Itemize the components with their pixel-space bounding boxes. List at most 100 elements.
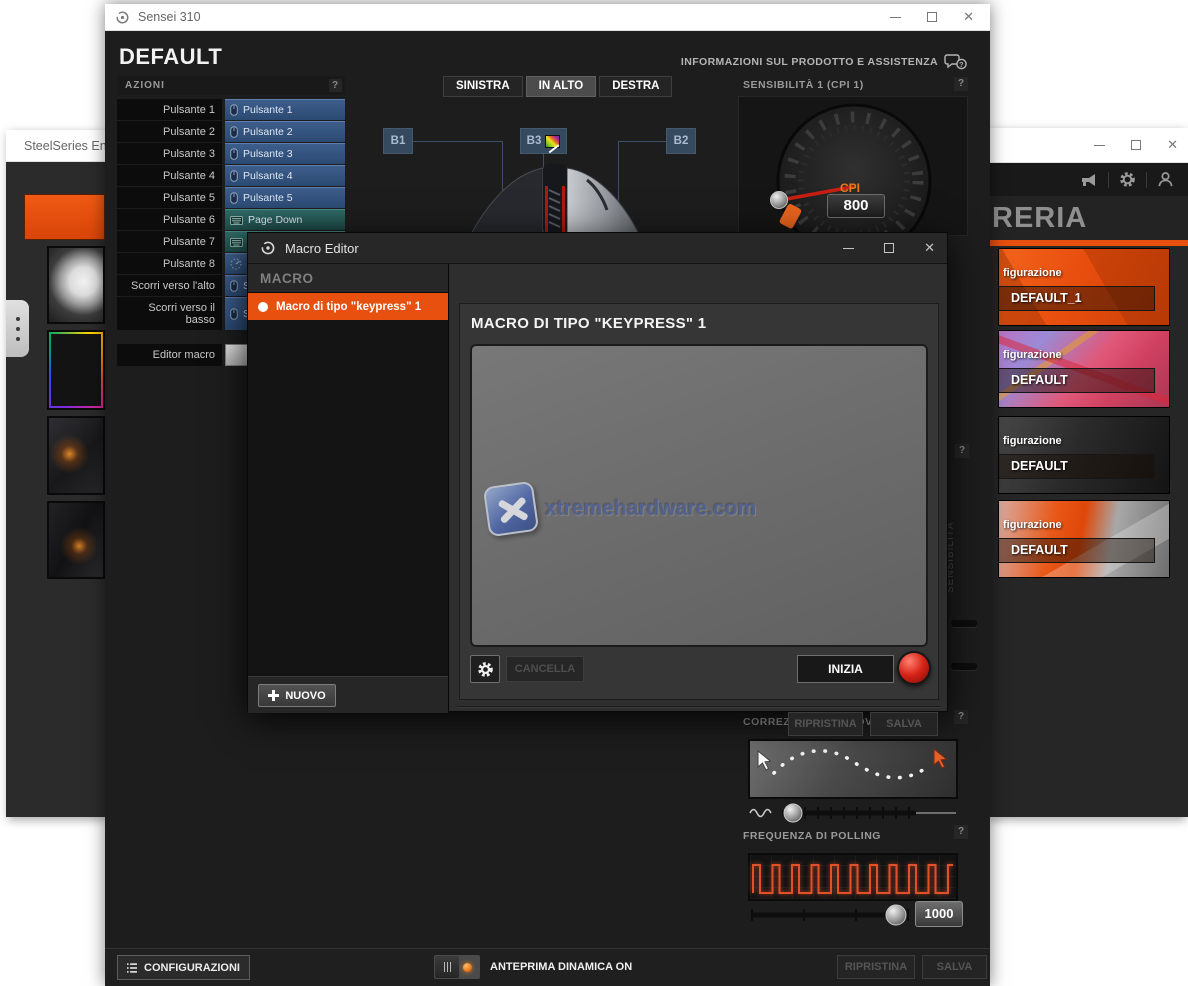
configurations-button[interactable]: CONFIGURAZIONI	[117, 955, 250, 980]
help-icon[interactable]: ?	[329, 79, 342, 92]
watermark: xtremehardware.com	[486, 484, 756, 534]
config-name-field[interactable]: DEFAULT_1	[998, 286, 1155, 311]
maximize-icon[interactable]	[927, 12, 937, 22]
record-button[interactable]	[897, 651, 931, 685]
minimize-icon[interactable]	[890, 17, 901, 18]
config-name-field[interactable]: DEFAULT	[998, 454, 1155, 479]
binding-button[interactable]: Pulsante 5	[225, 187, 345, 208]
config-card-label: figurazione	[1003, 519, 1062, 531]
start-button[interactable]: INIZIA	[797, 655, 894, 683]
new-macro-button[interactable]: NUOVO	[258, 684, 336, 707]
config-card[interactable]: figurazione DEFAULT	[998, 500, 1170, 578]
action-label: Pulsante 4	[117, 165, 222, 186]
action-label: Pulsante 6	[117, 209, 222, 230]
chat-help-icon: ?	[944, 53, 968, 70]
wave-icon	[750, 810, 771, 817]
minimize-icon[interactable]	[843, 248, 854, 249]
megaphone-icon[interactable]	[1080, 173, 1098, 187]
macro-sidebar-title: MACRO	[248, 264, 448, 293]
help-icon[interactable]: ?	[954, 825, 968, 839]
new-macro-label: NUOVO	[285, 690, 325, 702]
tab-destra[interactable]: DESTRA	[599, 76, 672, 97]
drawer-handle[interactable]	[6, 300, 29, 357]
mouse-icon	[230, 170, 238, 182]
left-window-titlebar[interactable]: SteelSeries En	[6, 130, 105, 162]
badge-b2[interactable]: B2	[666, 128, 696, 154]
dial-icon	[230, 258, 242, 270]
help-icon[interactable]: ?	[954, 710, 968, 724]
dialog-restore-button[interactable]: RIPRISTINA	[788, 712, 863, 736]
badge-b3[interactable]: B3	[520, 128, 567, 154]
config-card[interactable]: figurazione DEFAULT_1	[998, 248, 1170, 326]
macro-heading: MACRO DI TIPO "KEYPRESS" 1	[471, 315, 706, 332]
macro-settings-button[interactable]	[470, 655, 500, 683]
mouse-icon	[230, 192, 238, 204]
profile-name: DEFAULT	[119, 44, 222, 70]
binding-button[interactable]: Page Down	[225, 209, 345, 230]
device-thumbnail-mouse-1[interactable]	[47, 416, 105, 495]
polling-slider[interactable]	[748, 903, 918, 927]
binding-button[interactable]: Pulsante 1	[225, 99, 345, 120]
mouse-icon	[230, 126, 238, 138]
close-icon[interactable]	[924, 243, 935, 253]
color-picker-icon	[545, 135, 560, 148]
actions-panel-header: AZIONI ?	[117, 76, 345, 95]
config-name-field[interactable]: DEFAULT	[998, 368, 1155, 393]
dialog-save-button[interactable]: SALVA	[870, 712, 938, 736]
mouse-top-view	[457, 160, 653, 234]
badge-b1[interactable]: B1	[383, 128, 413, 154]
svg-text:?: ?	[959, 60, 964, 69]
macro-list-item-selected[interactable]: Macro di tipo "keypress" 1	[248, 293, 448, 320]
config-card[interactable]: figurazione DEFAULT	[998, 330, 1170, 408]
device-thumbnail-mousepad[interactable]	[47, 330, 105, 410]
connector-line	[413, 141, 503, 142]
cpi-value[interactable]: 800	[827, 194, 885, 218]
configurations-label: CONFIGURAZIONI	[144, 962, 240, 974]
help-icon[interactable]: ?	[955, 444, 969, 458]
dialog-titlebar[interactable]: Macro Editor	[248, 233, 947, 264]
keyboard-icon	[230, 216, 243, 225]
mouse-icon	[230, 148, 238, 160]
close-icon[interactable]	[1167, 140, 1178, 150]
watermark-text: xtremehardware.com	[545, 497, 756, 521]
selected-device-tile[interactable]	[24, 194, 105, 240]
polling-title: FREQUENZA DI POLLING	[743, 830, 881, 842]
clear-button[interactable]: CANCELLA	[506, 656, 584, 682]
gear-icon[interactable]	[1119, 171, 1136, 188]
product-info-link[interactable]: INFORMAZIONI SUL PRODOTTO E ASSISTENZA ?	[681, 53, 968, 70]
binding-button[interactable]: Pulsante 2	[225, 121, 345, 142]
macro-item-label: Macro di tipo "keypress" 1	[276, 301, 421, 313]
binding-button[interactable]: Pulsante 3	[225, 143, 345, 164]
config-name-field[interactable]: DEFAULT	[998, 538, 1155, 563]
product-info-label: INFORMAZIONI SUL PRODOTTO E ASSISTENZA	[681, 56, 938, 68]
maximize-icon[interactable]	[884, 243, 894, 253]
tab-in-alto[interactable]: IN ALTO	[526, 76, 597, 97]
main-titlebar[interactable]: Sensei 310	[105, 4, 990, 31]
polling-value[interactable]: 1000	[915, 901, 963, 927]
steelseries-logo-icon	[115, 10, 130, 25]
movement-correction-preview	[748, 739, 958, 799]
device-thumbnail-headset[interactable]	[47, 246, 105, 324]
save-button[interactable]: SALVA	[922, 955, 987, 979]
minimize-icon[interactable]	[1094, 145, 1105, 146]
close-icon[interactable]	[963, 12, 974, 22]
maximize-icon[interactable]	[1131, 140, 1141, 150]
user-icon[interactable]	[1157, 171, 1174, 188]
slider-end-cap	[951, 620, 977, 627]
macro-editor-label: Editor macro	[117, 344, 222, 366]
right-window-titlebar[interactable]	[990, 128, 1188, 163]
library-heading: RERIA	[990, 196, 1188, 240]
dynamic-preview-toggle[interactable]	[434, 955, 480, 979]
device-thumbnail-mouse-2[interactable]	[47, 501, 105, 579]
config-card[interactable]: figurazione DEFAULT	[998, 416, 1170, 494]
action-row: Pulsante 1 Pulsante 1	[117, 99, 345, 120]
restore-button[interactable]: RIPRISTINA	[837, 955, 915, 979]
help-icon[interactable]: ?	[954, 77, 968, 91]
tab-sinistra[interactable]: SINISTRA	[443, 76, 523, 97]
macro-record-area[interactable]: xtremehardware.com	[470, 344, 928, 647]
connector-line	[618, 141, 666, 142]
movement-correction-slider[interactable]	[748, 801, 960, 825]
binding-button[interactable]: Pulsante 4	[225, 165, 345, 186]
dialog-title: Macro Editor	[285, 241, 359, 256]
action-row: Pulsante 4 Pulsante 4	[117, 165, 345, 186]
